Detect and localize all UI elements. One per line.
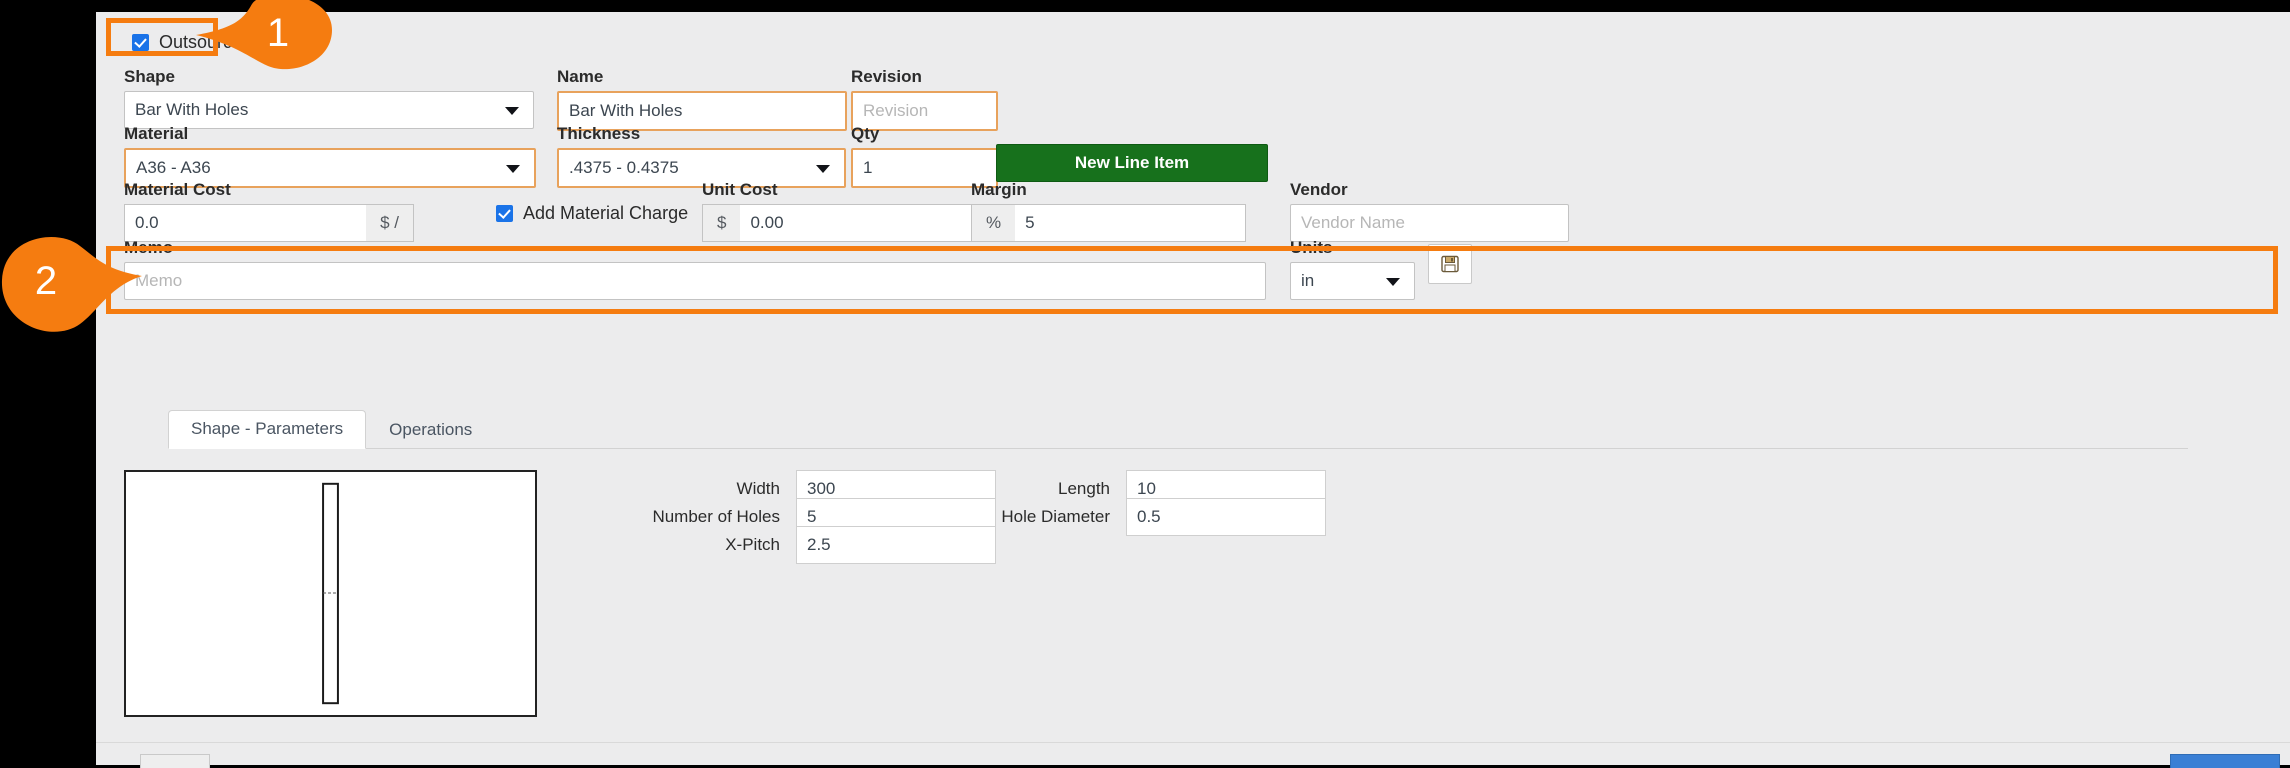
- thickness-label: Thickness: [557, 124, 846, 144]
- screenshot-root: Outsource Shape Bar With Holes Name Bar …: [0, 0, 2290, 765]
- vendor-input[interactable]: Vendor Name: [1290, 204, 1569, 242]
- field-thickness: Thickness .4375 - 0.4375: [557, 124, 846, 188]
- param-row-hole-diameter: Hole Diameter 0.5: [916, 498, 1326, 536]
- unit-cost-label: Unit Cost: [702, 180, 977, 200]
- unit-cost-input[interactable]: 0.00: [740, 204, 977, 242]
- param-label-length: Length: [916, 479, 1126, 499]
- footer-button-primary[interactable]: [2170, 754, 2280, 768]
- outsource-checkbox[interactable]: [132, 34, 149, 51]
- revision-label: Revision: [851, 67, 998, 87]
- material-value: A36 - A36: [136, 158, 211, 177]
- memo-label: Memo: [124, 238, 1266, 258]
- shape-preview-drawing: [126, 472, 535, 715]
- units-value: in: [1301, 271, 1314, 290]
- save-icon-button[interactable]: [1428, 244, 1472, 284]
- field-material-cost: Material Cost 0.0 $ /: [124, 180, 414, 242]
- material-cost-unit-addon: $ /: [366, 204, 414, 242]
- tab-shape-parameters[interactable]: Shape - Parameters: [168, 410, 366, 449]
- chevron-down-icon: [1386, 278, 1400, 286]
- chevron-down-icon: [506, 165, 520, 173]
- field-unit-cost: Unit Cost $ 0.00: [702, 180, 977, 242]
- add-material-charge-checkbox[interactable]: [496, 205, 513, 222]
- new-line-item-button[interactable]: New Line Item: [996, 144, 1268, 182]
- material-cost-label: Material Cost: [124, 180, 414, 200]
- field-qty: Qty 1: [851, 124, 998, 188]
- line-item-editor-panel: Outsource Shape Bar With Holes Name Bar …: [96, 12, 2290, 765]
- param-label-number-of-holes: Number of Holes: [586, 507, 796, 527]
- footer-divider: [96, 742, 2290, 743]
- footer-button-left[interactable]: [140, 754, 210, 768]
- callout-2: 2: [0, 228, 142, 340]
- param-label-width: Width: [586, 479, 796, 499]
- margin-group: % 5: [971, 204, 1246, 242]
- tab-operations[interactable]: Operations: [366, 411, 495, 449]
- param-input-hole-diameter[interactable]: 0.5: [1126, 498, 1326, 536]
- param-label-x-pitch: X-Pitch: [586, 535, 796, 555]
- field-memo: Memo Memo: [124, 238, 1266, 300]
- unit-cost-currency-addon: $: [702, 204, 740, 242]
- field-name: Name Bar With Holes: [557, 67, 847, 131]
- tab-bar: Shape - Parameters Operations: [168, 413, 2188, 449]
- add-material-charge-label: Add Material Charge: [523, 203, 688, 224]
- material-cost-group: 0.0 $ /: [124, 204, 414, 242]
- save-button[interactable]: [1428, 244, 1472, 284]
- chevron-down-icon: [816, 165, 830, 173]
- name-label: Name: [557, 67, 847, 87]
- memo-input[interactable]: Memo: [124, 262, 1266, 300]
- new-line-item-wrap: New Line Item: [996, 144, 1268, 182]
- field-material: Material A36 - A36: [124, 124, 536, 188]
- margin-input[interactable]: 5: [1015, 204, 1246, 242]
- margin-label: Margin: [971, 180, 1246, 200]
- unit-cost-group: $ 0.00: [702, 204, 977, 242]
- chevron-down-icon: [505, 107, 519, 115]
- param-label-hole-diameter: Hole Diameter: [916, 507, 1126, 527]
- shape-preview-canvas[interactable]: [124, 470, 537, 717]
- units-label: Units: [1290, 238, 1415, 258]
- add-material-charge-row[interactable]: Add Material Charge: [496, 203, 688, 224]
- field-vendor: Vendor Vendor Name: [1290, 180, 1569, 242]
- field-revision: Revision Revision: [851, 67, 998, 131]
- callout-1-number: 1: [240, 0, 316, 66]
- margin-percent-addon: %: [971, 204, 1015, 242]
- material-cost-input[interactable]: 0.0: [124, 204, 366, 242]
- material-label: Material: [124, 124, 536, 144]
- field-units: Units in: [1290, 238, 1415, 300]
- vendor-label: Vendor: [1290, 180, 1569, 200]
- qty-label: Qty: [851, 124, 998, 144]
- field-shape: Shape Bar With Holes: [124, 67, 534, 129]
- callout-1: 1: [196, 0, 332, 72]
- units-select[interactable]: in: [1290, 262, 1415, 300]
- thickness-value: .4375 - 0.4375: [569, 158, 679, 177]
- field-margin: Margin % 5: [971, 180, 1246, 242]
- save-icon: [1440, 254, 1460, 274]
- shape-value: Bar With Holes: [135, 100, 248, 119]
- callout-2-number: 2: [8, 248, 84, 314]
